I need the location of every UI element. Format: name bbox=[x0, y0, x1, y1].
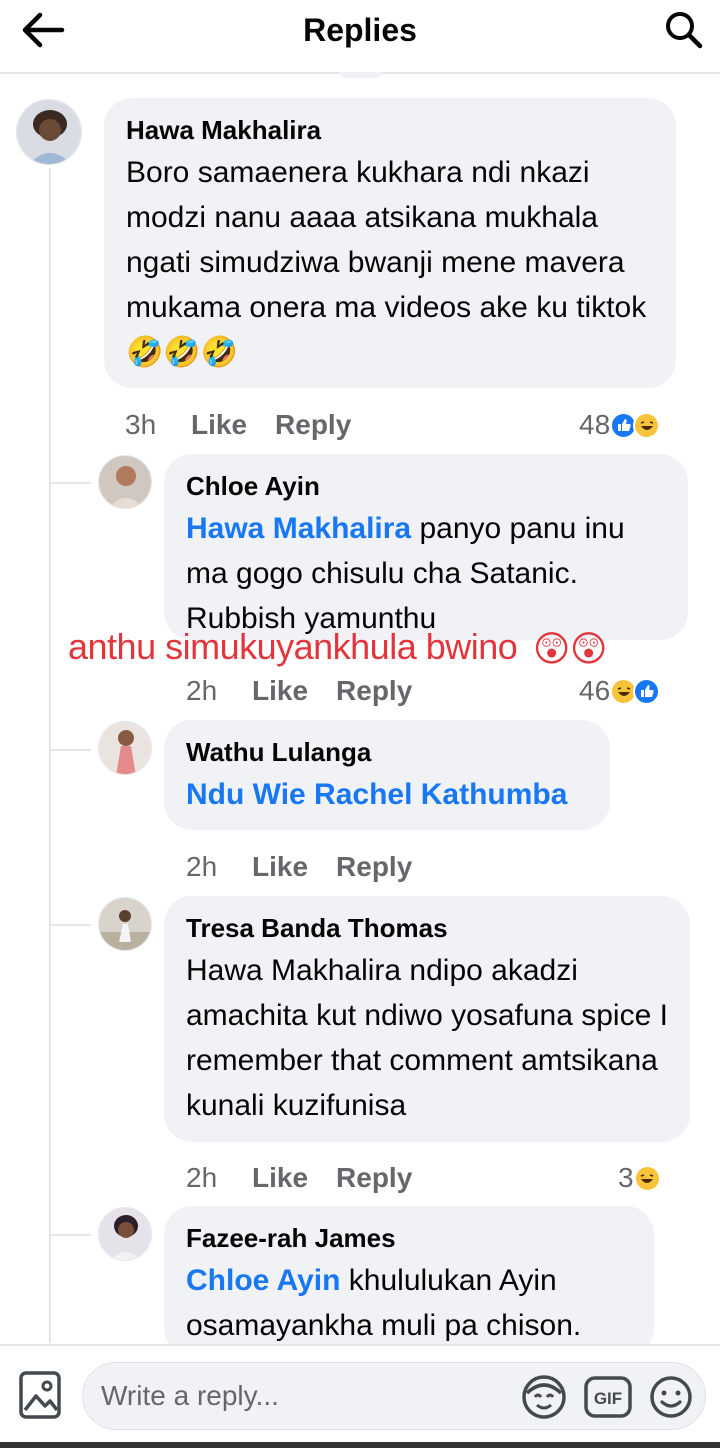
emoji-button[interactable] bbox=[649, 1375, 693, 1419]
reply-button[interactable]: Reply bbox=[336, 851, 412, 883]
mention-link[interactable]: Hawa Makhalira bbox=[186, 512, 411, 545]
reaction-summary[interactable]: 46 bbox=[579, 671, 661, 711]
comment-text: Boro samaenera kukhara ndi nkazi modzi n… bbox=[126, 156, 647, 324]
comment-meta: 3h Like Reply bbox=[125, 405, 379, 445]
search-icon bbox=[666, 12, 703, 49]
comment-meta: 2h Like Reply bbox=[186, 1158, 440, 1198]
thread-branch bbox=[51, 1234, 91, 1236]
comment-bubble[interactable]: Hawa Makhalira Boro samaenera kukhara nd… bbox=[104, 98, 676, 388]
comment-time[interactable]: 2h bbox=[186, 675, 252, 707]
reply-composer: GIF bbox=[0, 1344, 720, 1448]
thread-branch bbox=[51, 749, 91, 751]
home-indicator bbox=[0, 1442, 720, 1448]
thread-branch bbox=[51, 924, 91, 926]
reply-input[interactable] bbox=[101, 1363, 511, 1429]
gif-button[interactable]: GIF bbox=[583, 1375, 633, 1419]
avatar-photo-icon bbox=[99, 456, 151, 508]
avatar[interactable] bbox=[98, 897, 152, 951]
comment-time[interactable]: 2h bbox=[186, 851, 252, 883]
avatar[interactable] bbox=[98, 1207, 152, 1261]
comment-text: Hawa Makhalira ndipo akadzi amachita kut… bbox=[186, 954, 668, 1122]
overlay-caption: anthu simukuyankhula bwino 😲😲 bbox=[68, 626, 607, 670]
avatar-photo-icon bbox=[17, 100, 81, 164]
comment-time[interactable]: 2h bbox=[186, 1162, 252, 1194]
avatar-photo-icon bbox=[99, 722, 151, 774]
gif-icon: GIF bbox=[584, 1376, 632, 1418]
like-button[interactable]: Like bbox=[252, 851, 308, 883]
overlay-text: anthu simukuyankhula bwino bbox=[68, 626, 518, 667]
haha-reaction-icon bbox=[633, 1164, 661, 1192]
comment-bubble[interactable]: Wathu Lulanga Ndu Wie Rachel Kathumba bbox=[164, 720, 610, 830]
avatar[interactable] bbox=[98, 455, 152, 509]
reply-button[interactable]: Reply bbox=[275, 409, 351, 441]
reaction-count: 48 bbox=[579, 409, 611, 440]
avatar-photo-icon bbox=[99, 898, 151, 950]
reaction-count: 46 bbox=[579, 675, 611, 706]
comment-time[interactable]: 3h bbox=[125, 409, 191, 441]
comment-meta: 2h Like Reply bbox=[186, 671, 440, 711]
reaction-count: 3 bbox=[618, 1162, 634, 1193]
search-button[interactable] bbox=[660, 6, 708, 54]
thread-line bbox=[49, 168, 51, 1343]
comment-meta: 2h Like Reply bbox=[186, 847, 440, 887]
comment-bubble[interactable]: Fazee-rah James Chloe Ayin khululukan Ay… bbox=[164, 1206, 654, 1356]
overlay-emojis: 😲😲 bbox=[532, 628, 608, 670]
haha-reaction-icon bbox=[633, 411, 661, 439]
add-photo-button[interactable] bbox=[18, 1370, 64, 1420]
avatar-sticker-icon bbox=[522, 1375, 566, 1419]
reply-button[interactable]: Reply bbox=[336, 1162, 412, 1194]
svg-text:GIF: GIF bbox=[594, 1389, 622, 1408]
avatar-photo-icon bbox=[99, 1208, 151, 1260]
like-button[interactable]: Like bbox=[252, 1162, 308, 1194]
like-button[interactable]: Like bbox=[191, 409, 247, 441]
comment-bubble[interactable]: Chloe Ayin Hawa Makhalira panyo panu inu… bbox=[164, 454, 688, 640]
comment-emojis: 🤣🤣🤣 bbox=[126, 336, 239, 369]
like-button[interactable]: Like bbox=[252, 675, 308, 707]
reaction-summary[interactable]: 48 bbox=[579, 405, 661, 445]
header-notch bbox=[340, 72, 382, 78]
mention-link[interactable]: Ndu Wie Rachel Kathumba bbox=[186, 778, 567, 811]
reply-button[interactable]: Reply bbox=[336, 675, 412, 707]
comment-author[interactable]: Tresa Banda Thomas bbox=[186, 912, 668, 944]
comment-author[interactable]: Fazee-rah James bbox=[186, 1222, 632, 1254]
top-bar: Replies bbox=[0, 0, 720, 78]
mention-link[interactable]: Chloe Ayin bbox=[186, 1264, 340, 1297]
thread-branch bbox=[51, 482, 91, 484]
reaction-summary[interactable]: 3 bbox=[618, 1158, 661, 1198]
page-title: Replies bbox=[303, 12, 417, 48]
photo-icon bbox=[19, 1371, 61, 1419]
avatar-sticker-button[interactable] bbox=[519, 1373, 569, 1421]
avatar[interactable] bbox=[98, 721, 152, 775]
comment-bubble[interactable]: Tresa Banda Thomas Hawa Makhalira ndipo … bbox=[164, 896, 690, 1142]
avatar[interactable] bbox=[16, 99, 82, 165]
comment-author[interactable]: Hawa Makhalira bbox=[126, 114, 654, 146]
like-reaction-icon bbox=[633, 677, 661, 705]
comment-author[interactable]: Wathu Lulanga bbox=[186, 736, 588, 768]
emoji-icon bbox=[650, 1376, 692, 1418]
comment-author[interactable]: Chloe Ayin bbox=[186, 470, 666, 502]
reply-field-wrapper: GIF bbox=[82, 1362, 706, 1430]
